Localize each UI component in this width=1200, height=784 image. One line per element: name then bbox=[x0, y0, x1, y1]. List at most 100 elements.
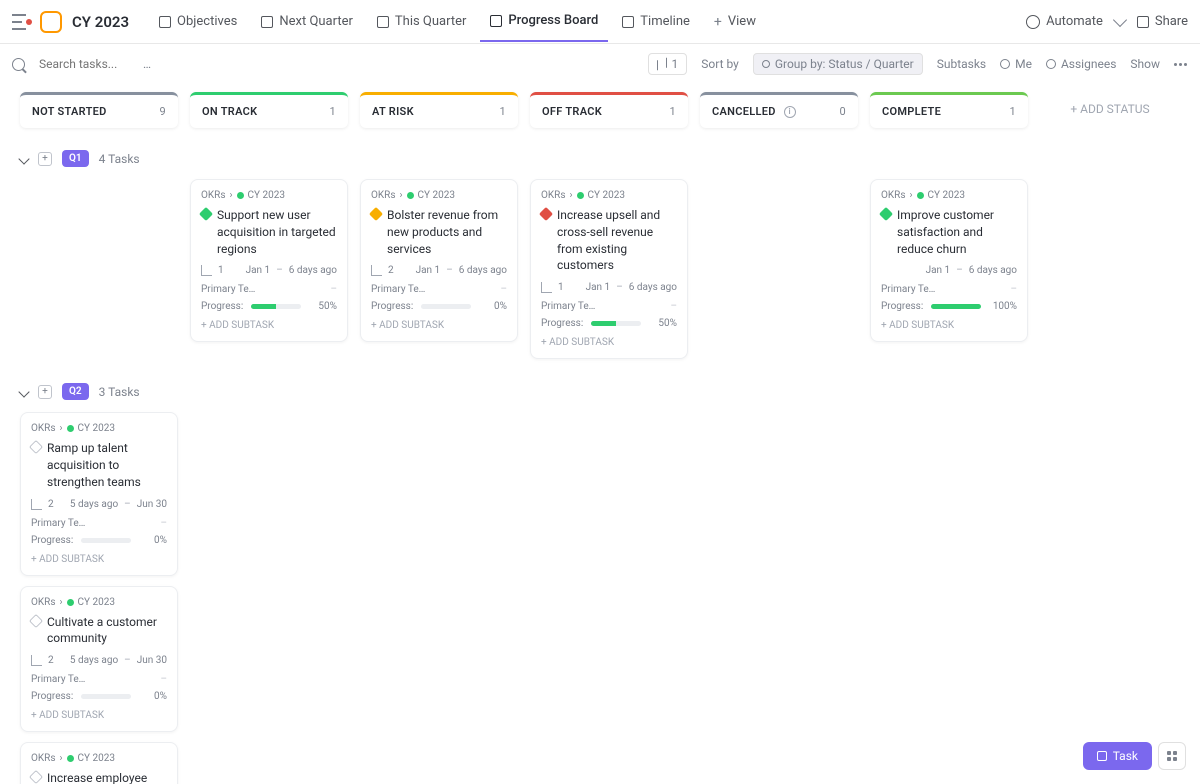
search-icon bbox=[12, 58, 25, 71]
card-meta: Jan 1–6 days ago bbox=[881, 265, 1017, 276]
sort-button[interactable]: Sort by bbox=[701, 57, 739, 71]
show-button[interactable]: Show bbox=[1130, 57, 1160, 71]
add-button[interactable]: + bbox=[38, 152, 52, 166]
subtask-icon bbox=[541, 282, 552, 293]
status-stamp bbox=[29, 770, 43, 784]
column-off-track[interactable]: OFF TRACK1 bbox=[530, 92, 688, 128]
section-header[interactable]: + Q2 3 Tasks bbox=[20, 379, 1180, 404]
share-icon bbox=[1137, 16, 1149, 28]
tab-objectives[interactable]: Objectives bbox=[149, 1, 247, 42]
view-icon bbox=[261, 16, 273, 28]
add-button[interactable]: + bbox=[38, 385, 52, 399]
info-icon: i bbox=[784, 106, 796, 118]
automate-button[interactable]: Automate bbox=[1026, 14, 1103, 29]
card-title: Bolster revenue from new products and se… bbox=[371, 207, 507, 257]
tab-next-quarter[interactable]: Next Quarter bbox=[251, 1, 363, 42]
status-stamp bbox=[199, 207, 213, 221]
progress-row: Progress:0% bbox=[371, 301, 507, 312]
team-field: Primary Te…– bbox=[541, 301, 677, 312]
add-subtask-button[interactable]: + ADD SUBTASK bbox=[31, 710, 167, 721]
column-on-track[interactable]: ON TRACK1 bbox=[190, 92, 348, 128]
status-stamp bbox=[29, 440, 43, 454]
quarter-badge: Q1 bbox=[62, 150, 89, 167]
grid-icon bbox=[1167, 751, 1177, 761]
task-card[interactable]: OKRs›CY 2023Cultivate a customer communi… bbox=[20, 586, 178, 733]
assignees-button[interactable]: Assignees bbox=[1046, 57, 1116, 71]
chevron-down-icon[interactable] bbox=[1113, 12, 1127, 26]
ellipsis-icon[interactable] bbox=[1174, 63, 1188, 66]
share-button[interactable]: Share bbox=[1137, 14, 1188, 29]
card-title: Support new user acquisition in targeted… bbox=[201, 207, 337, 257]
add-subtask-button[interactable]: + ADD SUBTASK bbox=[31, 554, 167, 565]
quarter-badge: Q2 bbox=[62, 383, 89, 400]
add-status-button[interactable]: + ADD STATUS bbox=[1040, 92, 1180, 128]
breadcrumb: OKRs›CY 2023 bbox=[881, 190, 1017, 201]
section-header[interactable]: +Q14 Tasks bbox=[20, 146, 1180, 171]
view-tabs: ObjectivesNext QuarterThis QuarterProgre… bbox=[149, 1, 766, 42]
tab-timeline[interactable]: Timeline bbox=[612, 1, 700, 42]
status-stamp bbox=[29, 614, 43, 628]
breadcrumb: OKRs›CY 2023 bbox=[541, 190, 677, 201]
task-card[interactable]: OKRs›CY 2023 Improve customer satisfactio… bbox=[870, 179, 1028, 342]
tab-view[interactable]: +View bbox=[704, 1, 766, 42]
search-input[interactable] bbox=[39, 57, 129, 71]
view-icon bbox=[490, 15, 502, 27]
card-meta: 1Jan 1–6 days ago bbox=[201, 265, 337, 276]
automate-icon bbox=[1026, 15, 1040, 29]
view-icon bbox=[159, 16, 171, 28]
more-icon[interactable]: … bbox=[143, 57, 152, 71]
team-field: Primary Te…– bbox=[881, 284, 1017, 295]
task-count: 3 Tasks bbox=[99, 385, 140, 399]
view-icon bbox=[622, 16, 634, 28]
subtask-icon bbox=[201, 265, 212, 276]
team-field: Primary Te…– bbox=[31, 518, 167, 529]
add-subtask-button[interactable]: + ADD SUBTASK bbox=[881, 320, 1017, 331]
filter-button[interactable]: 1 bbox=[648, 53, 688, 75]
user-icon bbox=[1000, 59, 1010, 69]
workspace-icon[interactable] bbox=[40, 11, 62, 33]
subtasks-button[interactable]: Subtasks bbox=[937, 57, 986, 71]
breadcrumb: OKRs›CY 2023 bbox=[371, 190, 507, 201]
add-subtask-button[interactable]: + ADD SUBTASK bbox=[201, 320, 337, 331]
breadcrumb: OKRs›CY 2023 bbox=[201, 190, 337, 201]
column-at-risk[interactable]: AT RISK1 bbox=[360, 92, 518, 128]
breadcrumb: OKRs›CY 2023 bbox=[31, 753, 167, 764]
task-icon bbox=[1097, 751, 1107, 761]
subtask-icon bbox=[371, 265, 382, 276]
column-not-started[interactable]: NOT STARTED9 bbox=[20, 92, 178, 128]
task-fab[interactable]: Task bbox=[1083, 742, 1152, 770]
team-field: Primary Te…– bbox=[201, 284, 337, 295]
breadcrumb: OKRs›CY 2023 bbox=[31, 423, 167, 434]
breadcrumb: OKRs›CY 2023 bbox=[31, 597, 167, 608]
column-cancelled[interactable]: CANCELLEDi0 bbox=[700, 92, 858, 128]
task-card[interactable]: OKRs›CY 2023 Increase upsell and cross-se… bbox=[530, 179, 688, 359]
card-title: Improve customer satisfaction and reduce… bbox=[881, 207, 1017, 257]
card-meta: 25 days ago–Jun 30 bbox=[31, 499, 167, 510]
progress-row: Progress:0% bbox=[31, 691, 167, 702]
group-icon bbox=[762, 60, 770, 68]
add-subtask-button[interactable]: + ADD SUBTASK bbox=[371, 320, 507, 331]
progress-row: Progress:50% bbox=[541, 318, 677, 329]
card-meta: 1Jan 1–6 days ago bbox=[541, 282, 677, 293]
add-subtask-button[interactable]: + ADD SUBTASK bbox=[541, 337, 677, 348]
status-stamp bbox=[539, 207, 553, 221]
team-field: Primary Te…– bbox=[371, 284, 507, 295]
task-card[interactable]: OKRs›CY 2023Ramp up talent acquisition t… bbox=[20, 412, 178, 575]
task-card[interactable]: OKRs›CY 2023 Bolster revenue from new pro… bbox=[360, 179, 518, 342]
task-card[interactable]: OKRs›CY 2023 Support new user acquisition… bbox=[190, 179, 348, 342]
status-stamp bbox=[879, 207, 893, 221]
tab-this-quarter[interactable]: This Quarter bbox=[367, 1, 476, 42]
card-title: Increase upsell and cross-sell revenue f… bbox=[541, 207, 677, 274]
page-title: CY 2023 bbox=[72, 13, 129, 31]
tab-progress-board[interactable]: Progress Board bbox=[480, 1, 608, 42]
view-icon bbox=[377, 16, 389, 28]
status-stamp bbox=[369, 207, 383, 221]
card-meta: 2Jan 1–6 days ago bbox=[371, 265, 507, 276]
filter-icon bbox=[657, 58, 667, 71]
sidebar-toggle[interactable] bbox=[12, 14, 40, 30]
task-card[interactable]: OKRs›CY 2023Increase employee productivi… bbox=[20, 742, 178, 784]
column-complete[interactable]: COMPLETE1 bbox=[870, 92, 1028, 128]
group-button[interactable]: Group by: Status / Quarter bbox=[753, 53, 923, 75]
me-button[interactable]: Me bbox=[1000, 57, 1032, 71]
apps-fab[interactable] bbox=[1158, 742, 1186, 770]
